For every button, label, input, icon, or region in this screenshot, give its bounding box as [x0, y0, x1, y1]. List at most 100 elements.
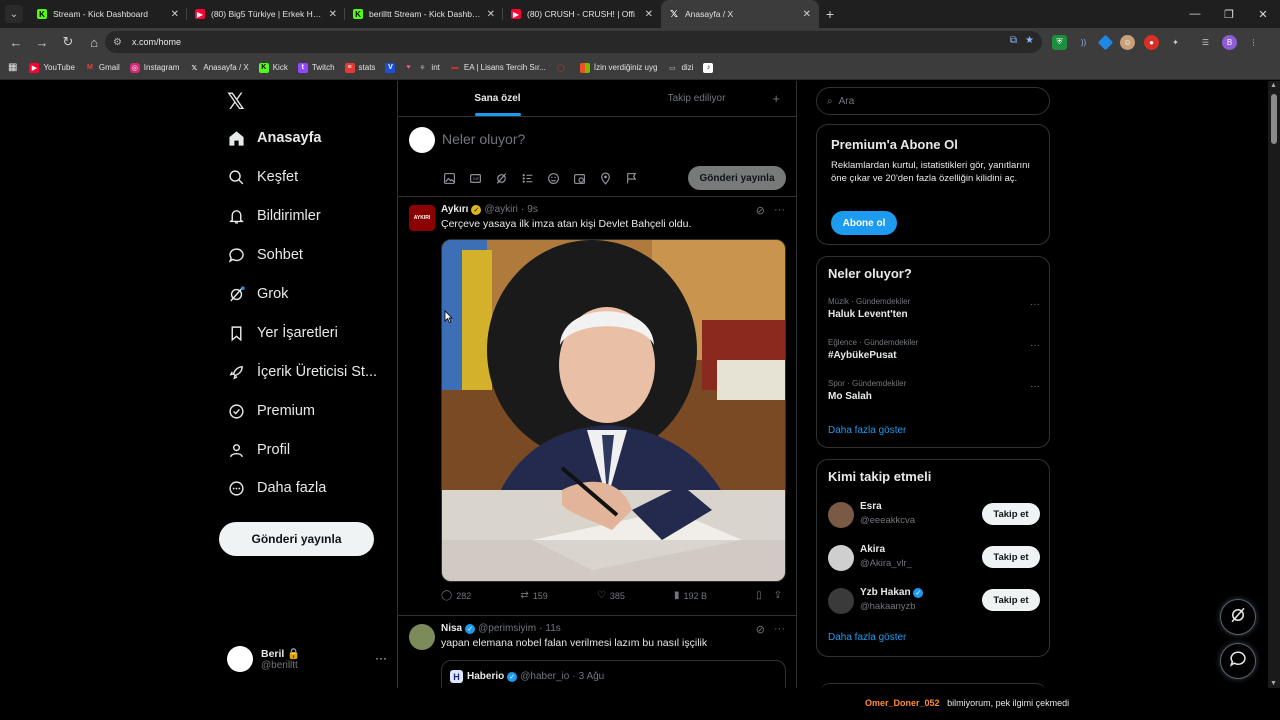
- more-dots-icon[interactable]: ···: [1030, 340, 1040, 351]
- new-tab-button[interactable]: +: [819, 6, 841, 22]
- browser-tab[interactable]: K Stream - Kick Dashboard ✕: [29, 0, 187, 28]
- grok-floating-button[interactable]: [1220, 599, 1256, 635]
- trend-item[interactable]: Spor · Gündemdekiler Mo Salah ···: [828, 379, 1040, 402]
- nav-chat[interactable]: Sohbet: [227, 240, 303, 270]
- follow-button[interactable]: Takip et: [982, 503, 1040, 525]
- nav-bookmarks[interactable]: Yer İşaretleri: [227, 318, 338, 348]
- reading-list-icon[interactable]: ☰: [1198, 35, 1213, 50]
- url-bar[interactable]: ⚙ x.com/home ⧉ ★: [105, 31, 1042, 53]
- post-handle[interactable]: @aykiri: [484, 204, 518, 215]
- search-input[interactable]: ⌕ Ara: [816, 87, 1050, 115]
- schedule-icon[interactable]: [572, 171, 587, 186]
- browser-tab[interactable]: ▶ (80) Big5 Türkiye | Erkek Hazırlık ✕: [187, 0, 345, 28]
- repost-button[interactable]: ⇄ 159: [520, 590, 547, 601]
- nav-creator-studio[interactable]: İçerik Üreticisi St...: [227, 357, 377, 387]
- diamond-extension-icon[interactable]: [1097, 34, 1114, 50]
- tab-close-icon[interactable]: ✕: [803, 9, 811, 20]
- shield-extension-icon[interactable]: ⛨: [1052, 34, 1067, 50]
- scroll-up-icon[interactable]: ▲: [1270, 82, 1277, 89]
- flag-icon[interactable]: [624, 171, 639, 186]
- post-handle[interactable]: @perimsiyim: [478, 623, 536, 634]
- profile-avatar[interactable]: B: [1222, 34, 1237, 50]
- follow-suggestion[interactable]: Esra @eeeakkcva Takip et: [828, 500, 1040, 530]
- bookmark-x[interactable]: 𝕏 Anasayfa / X: [189, 63, 249, 73]
- nav-more[interactable]: Daha fazla: [227, 473, 326, 503]
- restore-icon[interactable]: ❐: [1212, 0, 1246, 28]
- bookmark-ea[interactable]: ▬ EA | Lisans Tercih Sır...: [450, 63, 545, 73]
- quoted-post[interactable]: H Haberio ✓ @haber_io · 3 Ağu: [441, 660, 786, 688]
- post-author[interactable]: Aykırı: [441, 204, 468, 215]
- compose-post-button[interactable]: Gönderi yayınla: [688, 166, 786, 190]
- bookmark-stats[interactable]: ≡ stats: [344, 62, 375, 73]
- follow-suggestion[interactable]: Yzb Hakan ✓ @hakaanyzb Takip et: [828, 586, 1040, 616]
- grok-explain-icon[interactable]: ⊘: [756, 623, 765, 636]
- browser-tab-active[interactable]: 𝕏 Anasayfa / X ✕: [661, 0, 819, 28]
- post-time[interactable]: 11s: [545, 623, 560, 634]
- apps-grid-icon[interactable]: ▦: [8, 62, 17, 73]
- trend-item[interactable]: Eğlence · Gündemdekiler #AybükePusat ···: [828, 338, 1040, 361]
- home-button-icon[interactable]: ⌂: [82, 30, 106, 54]
- nav-premium[interactable]: Premium: [227, 396, 315, 426]
- post[interactable]: Nisa ✓ @perimsiyim · 11s ⊘ ··· yapan ele…: [398, 616, 796, 688]
- post-time[interactable]: 9s: [527, 204, 538, 215]
- follow-suggestion[interactable]: Akira @Akira_vlr_ Takip et: [828, 543, 1040, 573]
- tab-search-button[interactable]: ⌄: [5, 5, 23, 23]
- tab-for-you[interactable]: Sana özel: [398, 81, 597, 116]
- tab-close-icon[interactable]: ✕: [171, 9, 179, 20]
- bookmark-microsoft[interactable]: İzin verdiğiniz uyg: [579, 62, 657, 73]
- post-author[interactable]: Nisa: [441, 623, 462, 634]
- cast-icon[interactable]: ⧉: [1010, 35, 1017, 46]
- bookmark-circle[interactable]: ◯: [556, 63, 570, 73]
- red-extension-icon[interactable]: ●: [1144, 34, 1159, 50]
- sound-extension-icon[interactable]: )): [1076, 35, 1091, 50]
- reload-icon[interactable]: ↻: [56, 30, 80, 54]
- avatar[interactable]: [409, 624, 435, 650]
- more-dots-icon[interactable]: ···: [1030, 299, 1040, 310]
- tab-close-icon[interactable]: ✕: [645, 9, 653, 20]
- poll-icon[interactable]: [520, 171, 535, 186]
- nav-grok[interactable]: Grok: [227, 279, 288, 309]
- bookmark-gmail[interactable]: M Gmail: [85, 63, 120, 73]
- site-info-icon[interactable]: ⚙: [113, 37, 122, 48]
- tab-close-icon[interactable]: ✕: [329, 9, 337, 20]
- post-image[interactable]: [441, 239, 786, 582]
- nav-home[interactable]: Anasayfa: [227, 123, 321, 153]
- bookmark-twitch[interactable]: t Twitch: [297, 62, 335, 73]
- nav-notifications[interactable]: Bildirimler: [227, 201, 321, 231]
- grok-compose-icon[interactable]: [494, 171, 509, 186]
- nav-profile[interactable]: Profil: [227, 435, 290, 465]
- nav-explore[interactable]: Keşfet: [227, 162, 298, 192]
- x-logo-icon[interactable]: 𝕏: [227, 89, 245, 115]
- account-switcher[interactable]: Beril 🔒 @berilltt ···: [227, 641, 387, 677]
- bookmark-valorant[interactable]: V: [385, 62, 399, 73]
- scroll-thumb[interactable]: [1271, 94, 1277, 144]
- more-dots-icon[interactable]: ···: [774, 623, 785, 636]
- emoji-icon[interactable]: [546, 171, 561, 186]
- bookmark-dizi[interactable]: ▭ dizi: [667, 63, 693, 73]
- reply-button[interactable]: ◯ 282: [441, 590, 471, 601]
- menu-dots-icon[interactable]: ⋮: [1246, 35, 1261, 50]
- forward-icon[interactable]: →: [30, 30, 54, 54]
- page-scrollbar[interactable]: ▲ ▼: [1268, 81, 1280, 688]
- follow-button[interactable]: Takip et: [982, 589, 1040, 611]
- gif-icon[interactable]: GIF: [468, 171, 483, 186]
- messages-floating-button[interactable]: [1220, 643, 1256, 679]
- bookmark-tiktok[interactable]: ♪: [703, 62, 717, 73]
- browser-tab[interactable]: ▶ (80) CRUSH - CRUSH! | Offi ✕: [503, 0, 661, 28]
- like-button[interactable]: ♡ 385: [597, 590, 625, 601]
- compose-input[interactable]: Neler oluyor?: [442, 131, 525, 147]
- trend-item[interactable]: Müzik · Gündemdekiler Haluk Levent'ten ·…: [828, 297, 1040, 320]
- bookmark-youtube[interactable]: ▶ YouTube: [29, 62, 75, 73]
- grok-explain-icon[interactable]: ⊘: [756, 204, 765, 217]
- bookmark-kick[interactable]: K Kick: [258, 62, 288, 73]
- add-tab-icon[interactable]: +: [772, 91, 780, 106]
- image-icon[interactable]: [442, 171, 457, 186]
- follow-button[interactable]: Takip et: [982, 546, 1040, 568]
- more-dots-icon[interactable]: ···: [375, 651, 387, 665]
- bookmark-star-icon[interactable]: ★: [1025, 35, 1034, 46]
- bookmark-int[interactable]: ♥ ⚘ int: [403, 63, 440, 73]
- avatar[interactable]: AYKIRI: [409, 205, 435, 231]
- tab-close-icon[interactable]: ✕: [487, 9, 495, 20]
- share-icon[interactable]: ⇪: [774, 590, 782, 601]
- browser-tab[interactable]: K berilltt Stream - Kick Dashboard ✕: [345, 0, 503, 28]
